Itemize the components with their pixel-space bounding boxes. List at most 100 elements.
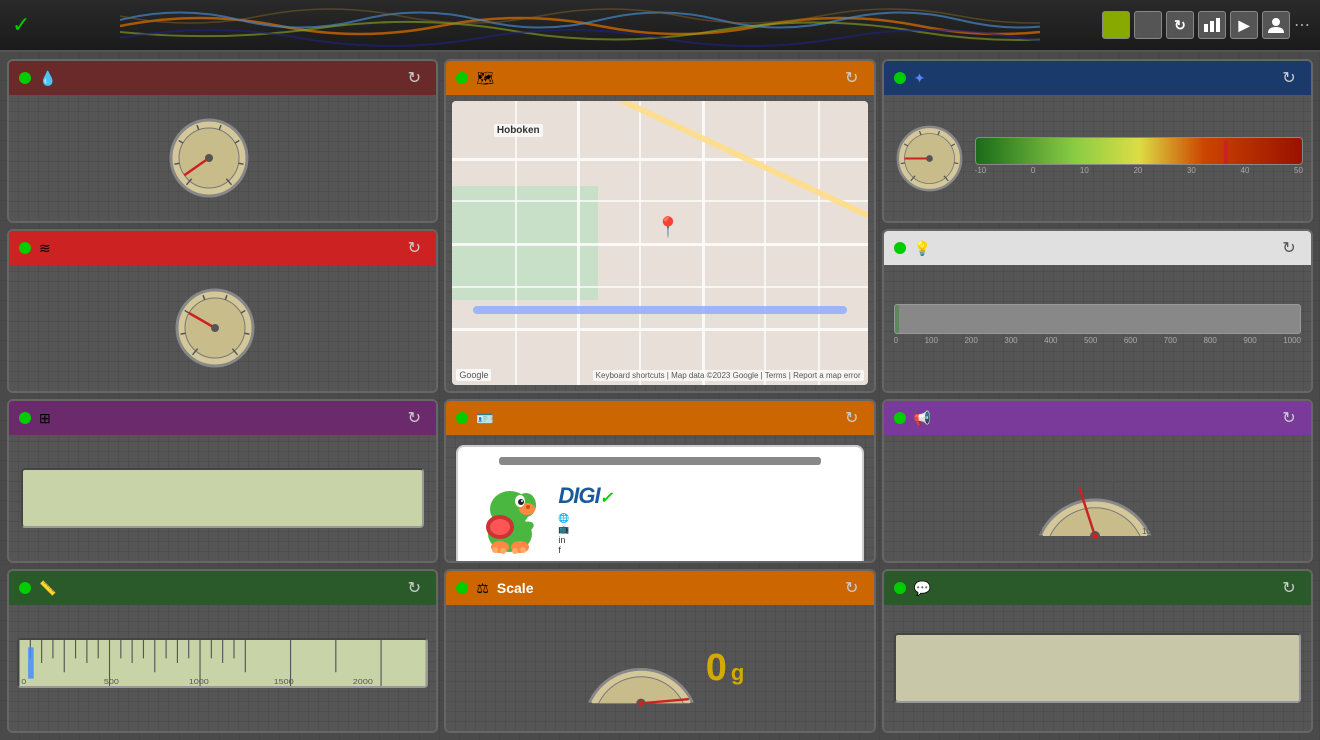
scale-value-row: 0 g <box>706 647 745 690</box>
rfid-icon: 🪪 <box>476 410 493 427</box>
widget-rfid: 🪪 ↻ <box>444 399 875 563</box>
bt-temp-indicator <box>1224 140 1228 164</box>
aq-gauge <box>170 283 260 373</box>
rfid-body: DIGI✓ 🌐 📺 in f <box>446 435 873 563</box>
map-pin: 📍 <box>656 215 681 240</box>
gnss-status-dot <box>456 72 468 84</box>
svg-text:100: 100 <box>1142 527 1156 536</box>
svg-text:1500: 1500 <box>274 678 295 686</box>
soil-body <box>9 95 436 221</box>
light-body: 01002003004005006007008009001000 <box>884 265 1311 391</box>
svg-text:0: 0 <box>1038 527 1043 536</box>
gnss-refresh-btn[interactable]: ↻ <box>840 66 864 90</box>
distance-icon: 📏 <box>39 580 56 597</box>
scale-title: Scale <box>497 580 534 596</box>
scale-header: ⚖ Scale ↻ <box>446 571 873 605</box>
svg-text:1000: 1000 <box>189 678 210 686</box>
widget-scale: ⚖ Scale ↻ <box>444 569 875 733</box>
noise-status-dot <box>894 412 906 424</box>
bt-status-dot <box>894 72 906 84</box>
widget-distance: 📏 ↻ <box>7 569 438 733</box>
distance-value-row <box>221 692 225 698</box>
soil-status-dot <box>19 72 31 84</box>
header-controls: ↻ ▶ ⋯ <box>1102 11 1310 39</box>
ctrl-btn-1[interactable] <box>1102 11 1130 39</box>
distance-ruler: 0 500 1000 1500 2000 <box>17 638 428 688</box>
keypad-header: ⊞ ↻ <box>9 401 436 435</box>
app-header: ✓ ↻ ▶ ⋯ <box>0 0 1320 52</box>
bt-body: -1001020304050 <box>884 95 1311 221</box>
widget-keypad: ⊞ ↻ <box>7 399 438 563</box>
bt-temp-bar <box>975 137 1303 165</box>
keypad-status-dot <box>19 412 31 424</box>
main-grid: 💧 ↻ <box>0 52 1320 740</box>
map-city-label: Hoboken <box>494 124 543 137</box>
light-refresh-btn[interactable]: ↻ <box>1277 236 1301 260</box>
bt-gauge <box>892 121 967 196</box>
scale-value: 0 <box>706 647 727 690</box>
ctrl-btn-user[interactable] <box>1262 11 1290 39</box>
light-value-row <box>1094 349 1100 353</box>
svg-text:2000: 2000 <box>353 678 374 686</box>
widget-bluetooth: ✦ ↻ <box>882 59 1313 223</box>
widget-soil-header: 💧 ↻ <box>9 61 436 95</box>
widget-noise-level: 📢 ↻ <box>882 399 1313 563</box>
sms-header: 💬 ↻ <box>884 571 1311 605</box>
rfid-header: 🪪 ↻ <box>446 401 873 435</box>
rfid-status-dot <box>456 412 468 424</box>
logo-checkmark: ✓ <box>12 12 30 38</box>
rfid-stripe <box>499 457 822 465</box>
keypad-refresh-btn[interactable]: ↻ <box>402 406 426 430</box>
bt-icon: ✦ <box>914 70 926 87</box>
bt-refresh-btn[interactable]: ↻ <box>1277 66 1301 90</box>
sms-refresh-btn[interactable]: ↻ <box>1277 576 1301 600</box>
aq-status-dot <box>19 242 31 254</box>
widget-air-quality: ≋ ↻ <box>7 229 438 393</box>
map-terms: Keyboard shortcuts | Map data ©2023 Goog… <box>593 370 864 381</box>
aq-header: ≋ ↻ <box>9 231 436 265</box>
header-decoration <box>120 0 1040 50</box>
soil-gauge <box>164 113 254 203</box>
widget-soil-moisture: 💧 ↻ <box>7 59 438 223</box>
distance-status-dot <box>19 582 31 594</box>
sms-icon: 💬 <box>914 580 931 597</box>
gnss-map: Hoboken 📍 Google Keyboard shortcuts | Ma… <box>452 101 867 385</box>
light-bar-fill <box>895 305 899 333</box>
ctrl-btn-play[interactable]: ▶ <box>1230 11 1258 39</box>
distance-refresh-btn[interactable]: ↻ <box>402 576 426 600</box>
noise-refresh-btn[interactable]: ↻ <box>1277 406 1301 430</box>
soil-icon: 💧 <box>39 70 56 87</box>
light-bar-outer <box>894 304 1301 334</box>
scale-body: 0 g <box>446 605 873 731</box>
noise-gauge: 0 50 100 <box>1030 456 1160 541</box>
rfid-refresh-btn[interactable]: ↻ <box>840 406 864 430</box>
keypad-display <box>21 468 424 528</box>
light-header: 💡 ↻ <box>884 231 1311 265</box>
bt-header: ✦ ↻ <box>884 61 1311 95</box>
sms-body <box>884 605 1311 731</box>
gnss-icon: 🗺 <box>476 70 494 87</box>
ctrl-btn-chart[interactable] <box>1198 11 1226 39</box>
logo: ✓ <box>10 12 30 38</box>
keypad-icon: ⊞ <box>39 410 51 427</box>
light-scale: 01002003004005006007008009001000 <box>894 336 1301 345</box>
header-dots: ⋯ <box>1294 15 1310 35</box>
widget-gnss: 🗺 ↻ <box>444 59 875 393</box>
noise-icon: 📢 <box>914 410 931 427</box>
ctrl-btn-refresh[interactable]: ↻ <box>1166 11 1194 39</box>
distance-body: 0 500 1000 1500 2000 <box>9 605 436 731</box>
svg-text:50: 50 <box>1088 465 1097 474</box>
light-bar-section: 01002003004005006007008009001000 <box>894 304 1301 345</box>
aq-refresh-btn[interactable]: ↻ <box>402 236 426 260</box>
rfid-digi-logo: DIGI✓ <box>558 483 612 509</box>
scale-refresh-btn[interactable]: ↻ <box>840 576 864 600</box>
bt-temp-scale: -1001020304050 <box>975 166 1303 175</box>
scale-status-dot <box>456 582 468 594</box>
keypad-body <box>9 435 436 561</box>
ctrl-btn-2[interactable] <box>1134 11 1162 39</box>
scale-unit: g <box>731 660 744 686</box>
gnss-body: Hoboken 📍 Google Keyboard shortcuts | Ma… <box>446 95 873 391</box>
aq-icon: ≋ <box>39 240 51 257</box>
soil-refresh-btn[interactable]: ↻ <box>402 66 426 90</box>
svg-text:0: 0 <box>21 678 26 686</box>
